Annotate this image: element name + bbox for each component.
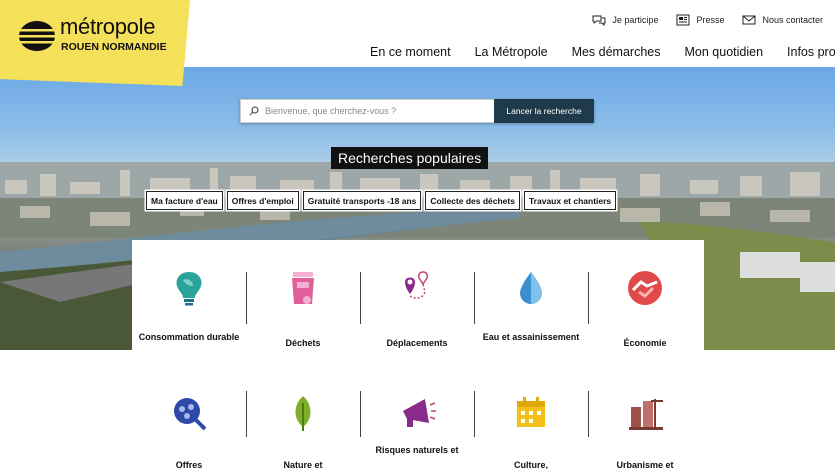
chip-collecte-dechets[interactable]: Collecte des déchets [425, 191, 520, 210]
divider [246, 272, 247, 324]
search-placeholder: Bienvenue, que cherchez-vous ? [265, 106, 397, 116]
newspaper-icon [676, 14, 690, 26]
chip-offres-emploi[interactable]: Offres d'emploi [226, 191, 299, 210]
search-input[interactable]: Bienvenue, que cherchez-vous ? [240, 99, 494, 123]
divider [588, 391, 589, 437]
site-header: métropole Rouen NORMANDIE Je participe P… [0, 0, 835, 86]
theme-label: Déplacements [386, 338, 448, 348]
chip-gratuite-transports[interactable]: Gratuité transports -18 ans [302, 191, 422, 210]
trash-bin-icon [292, 272, 314, 304]
megaphone-icon [403, 399, 436, 427]
nav-mes-demarches[interactable]: Mes démarches [572, 45, 661, 59]
theme-label: Consommation durable [138, 332, 240, 342]
page: métropole Rouen NORMANDIE Je participe P… [0, 0, 835, 469]
nav-mon-quotidien[interactable]: Mon quotidien [685, 45, 764, 59]
theme-label: Nature et [283, 460, 323, 469]
search-icon [249, 106, 259, 116]
chip-travaux-chantiers[interactable]: Travaux et chantiers [523, 191, 617, 210]
divider [360, 391, 361, 437]
divider [474, 391, 475, 437]
theme-label: Culture, [513, 460, 548, 469]
theme-label: Offres [175, 460, 203, 469]
participate-icon [592, 15, 606, 26]
theme-urbanisme[interactable]: Urbanisme et [588, 355, 702, 469]
logo-subtitle-b: NORMANDIE [98, 41, 167, 53]
divider [246, 391, 247, 437]
logo-subtitle-a: Rouen [61, 41, 99, 53]
theme-economie[interactable]: Économie [588, 240, 702, 355]
divider [474, 272, 475, 324]
utility-contact[interactable]: Nous contacter [742, 14, 823, 26]
nav-la-metropole[interactable]: La Métropole [475, 45, 548, 59]
theme-dechets[interactable]: Déchets [246, 240, 360, 355]
chip-facture-eau[interactable]: Ma facture d'eau [146, 191, 223, 210]
route-pin-icon [405, 271, 429, 299]
nav-en-ce-moment[interactable]: En ce moment [370, 45, 451, 59]
divider [588, 272, 589, 324]
calendar-icon [517, 397, 545, 427]
search-bar: Bienvenue, que cherchez-vous ? Lancer la… [240, 99, 594, 123]
utility-participate-label: Je participe [612, 15, 659, 25]
logo-title: métropole [60, 14, 156, 39]
utility-participate[interactable]: Je participe [592, 14, 658, 26]
popular-searches-list: Ma facture d'eau Offres d'emploi Gratuit… [146, 191, 617, 210]
theme-eau-assainissement[interactable]: Eau et assainissement [474, 240, 588, 355]
themes-row-2: Offres Nature et Risques naturels et Cul… [132, 355, 704, 469]
city-crane-icon [629, 399, 663, 430]
leaf-icon [295, 396, 311, 431]
mail-icon [742, 15, 756, 25]
people-search-icon [174, 398, 207, 431]
themes-row-1: Consommation durable Déchets Déplacement… [132, 240, 704, 355]
themes-grid: Consommation durable Déchets Déplacement… [132, 240, 704, 469]
water-drop-icon [520, 272, 542, 304]
theme-consommation-durable[interactable]: Consommation durable [132, 240, 246, 355]
logo-subtitle: Rouen NORMANDIE [61, 41, 167, 53]
main-nav: En ce moment La Métropole Mes démarches … [370, 45, 835, 59]
theme-offres[interactable]: Offres [132, 355, 246, 469]
nav-infos-pro[interactable]: Infos pro [787, 45, 835, 59]
theme-culture[interactable]: Culture, [474, 355, 588, 469]
search-button[interactable]: Lancer la recherche [494, 99, 594, 123]
theme-label: Eau et assainissement [482, 332, 580, 342]
theme-label: Déchets [285, 338, 321, 348]
utility-nav: Je participe Presse Nous contacter [574, 14, 823, 26]
popular-searches-title: Recherches populaires [331, 147, 489, 169]
divider [360, 272, 361, 324]
theme-label: Risques naturels et [375, 445, 459, 455]
theme-label: Urbanisme et [616, 460, 674, 469]
utility-contact-label: Nous contacter [762, 15, 823, 25]
utility-press-label: Presse [696, 15, 725, 25]
theme-nature[interactable]: Nature et [246, 355, 360, 469]
utility-press[interactable]: Presse [676, 14, 724, 26]
theme-risques[interactable]: Risques naturels et [360, 355, 474, 469]
theme-deplacements[interactable]: Déplacements [360, 240, 474, 355]
theme-label: Économie [623, 338, 667, 348]
metropole-logo-icon [18, 21, 56, 51]
logo[interactable]: métropole Rouen NORMANDIE [0, 0, 190, 86]
lightbulb-leaf-icon [176, 272, 202, 306]
handshake-icon [628, 271, 662, 305]
